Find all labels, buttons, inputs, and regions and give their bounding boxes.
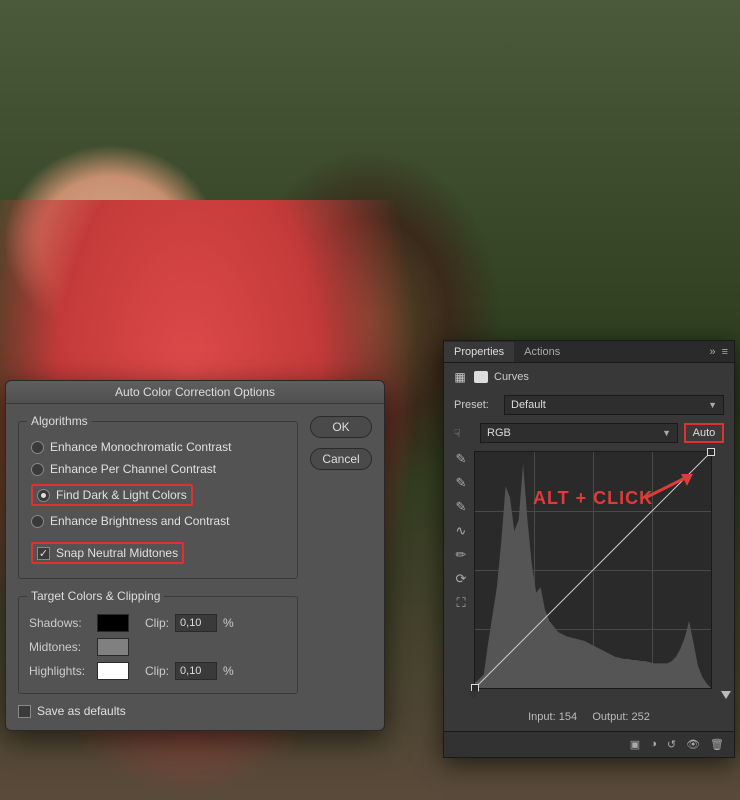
shadows-swatch[interactable]	[97, 614, 129, 632]
tab-properties[interactable]: Properties	[444, 342, 514, 362]
algo-label: Enhance Per Channel Contrast	[50, 462, 216, 476]
preset-label: Preset:	[454, 399, 498, 411]
snap-neutral-midtones[interactable]: Snap Neutral Midtones	[29, 538, 287, 568]
snap-label: Snap Neutral Midtones	[56, 546, 178, 560]
shadows-label: Shadows:	[29, 616, 91, 630]
white-point-eyedropper-icon[interactable]: ✎	[456, 499, 467, 515]
save-defaults-label: Save as defaults	[37, 704, 126, 718]
delete-icon[interactable]: 🗑	[710, 738, 724, 751]
gray-point-eyedropper-icon[interactable]: ✎	[456, 475, 467, 491]
highlights-label: Highlights:	[29, 664, 91, 678]
tab-actions[interactable]: Actions	[514, 342, 570, 362]
algo-option-monochromatic[interactable]: Enhance Monochromatic Contrast	[29, 436, 287, 458]
targeted-adjustment-icon[interactable]: ☟	[454, 427, 474, 440]
histogram-options-icon[interactable]: ⛶	[456, 595, 465, 611]
percent-label: %	[223, 616, 234, 630]
annotation-arrow-icon	[643, 472, 693, 502]
highlights-clip-input[interactable]	[175, 662, 217, 680]
input-output-readout: Input: 154 Output: 252	[444, 709, 734, 731]
radio-icon	[31, 515, 44, 528]
checkbox-icon	[18, 705, 31, 718]
algo-option-per-channel[interactable]: Enhance Per Channel Contrast	[29, 458, 287, 480]
radio-icon	[31, 441, 44, 454]
auto-button[interactable]: Auto	[684, 423, 724, 443]
annotation-alt-click: ALT + CLICK	[533, 488, 653, 509]
clip-label: Clip:	[145, 616, 169, 630]
black-point-eyedropper-icon[interactable]: ✎	[456, 451, 467, 467]
percent-label: %	[223, 664, 234, 678]
properties-panel: Properties Actions » ≡ ▦ Curves Preset: …	[443, 340, 735, 758]
highlights-swatch[interactable]	[97, 662, 129, 680]
pencil-mode-icon[interactable]: ✏	[456, 547, 467, 563]
collapse-icon[interactable]: »	[709, 346, 715, 358]
clip-layer-icon[interactable]: ▣	[630, 738, 640, 751]
curve-handle-white[interactable]	[707, 448, 715, 456]
save-as-defaults[interactable]: Save as defaults	[18, 704, 372, 718]
target-colors-legend: Target Colors & Clipping	[27, 589, 164, 603]
chevron-down-icon: ▼	[662, 428, 671, 438]
ok-button[interactable]: OK	[310, 416, 372, 438]
checkbox-icon	[37, 547, 50, 560]
channel-select[interactable]: RGB ▼	[480, 423, 678, 443]
radio-icon	[31, 463, 44, 476]
preset-select[interactable]: Default ▼	[504, 395, 724, 415]
radio-icon	[37, 489, 50, 502]
adjustment-icon: ▦	[452, 369, 468, 385]
white-slider-handle[interactable]	[721, 691, 731, 699]
smooth-icon[interactable]: ⟳	[456, 571, 467, 587]
midtones-label: Midtones:	[29, 640, 91, 654]
mask-icon	[474, 371, 488, 383]
algo-option-dark-light[interactable]: Find Dark & Light Colors	[29, 480, 287, 510]
panel-menu-icon[interactable]: ≡	[722, 346, 728, 358]
algo-label: Enhance Monochromatic Contrast	[50, 440, 231, 454]
algo-label: Enhance Brightness and Contrast	[50, 514, 229, 528]
preset-value: Default	[511, 399, 546, 411]
reset-icon[interactable]: ↺	[667, 738, 676, 751]
shadows-clip-input[interactable]	[175, 614, 217, 632]
adjustment-type-label: Curves	[494, 371, 529, 383]
algo-label: Find Dark & Light Colors	[56, 488, 187, 502]
chevron-down-icon: ▼	[708, 400, 717, 410]
cancel-button[interactable]: Cancel	[310, 448, 372, 470]
dialog-title: Auto Color Correction Options	[6, 381, 384, 404]
midtones-swatch[interactable]	[97, 638, 129, 656]
curves-chart[interactable]: ALT + CLICK	[474, 451, 712, 689]
curve-mode-icon[interactable]: ∿	[456, 523, 467, 539]
prev-state-icon[interactable]: ◑	[650, 738, 657, 751]
black-slider-handle[interactable]	[469, 691, 479, 699]
channel-value: RGB	[487, 427, 511, 439]
clip-label: Clip:	[145, 664, 169, 678]
auto-color-correction-dialog: Auto Color Correction Options OK Cancel …	[5, 380, 385, 731]
algo-option-brightness-contrast[interactable]: Enhance Brightness and Contrast	[29, 510, 287, 532]
input-slider[interactable]	[474, 691, 726, 701]
algorithms-legend: Algorithms	[27, 414, 92, 428]
visibility-icon[interactable]: 👁	[686, 738, 700, 751]
